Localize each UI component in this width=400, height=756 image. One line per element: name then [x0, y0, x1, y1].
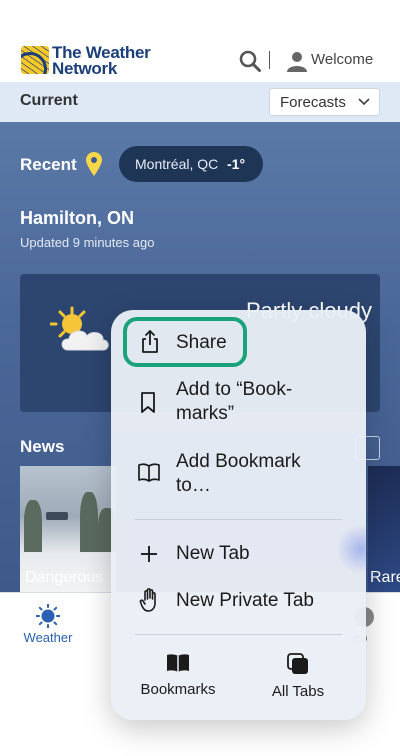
- menu-item-new-tab[interactable]: New Tab: [111, 539, 366, 569]
- menu-item-add-bookmark-to-label-1: Add Bookmark: [176, 451, 301, 472]
- news-title: News: [20, 437, 65, 456]
- share-highlight-ring: [123, 317, 247, 367]
- context-menu: Share Add to “Book- marks” Add Bookmark …: [111, 310, 366, 720]
- menu-item-add-to-bookmarks-label-2: marks”: [176, 403, 235, 424]
- weather-network-logo-icon[interactable]: [21, 46, 49, 74]
- menu-item-add-to-bookmarks[interactable]: Add to “Book- marks”: [111, 376, 366, 428]
- book-icon: [138, 463, 160, 482]
- bookmark-icon: [141, 392, 155, 413]
- location-pin-icon: [86, 152, 102, 176]
- menu-item-new-private-tab-label: New Private Tab: [176, 590, 314, 611]
- menu-tab-bookmarks-label: Bookmarks: [140, 681, 216, 698]
- recent-location-pill[interactable]: Montréal, QC -1°: [119, 146, 263, 182]
- menu-tab-all-tabs[interactable]: All Tabs: [243, 648, 353, 700]
- menu-item-add-bookmark-to-label-2: to…: [176, 475, 211, 496]
- recent-location-temp: -1°: [227, 156, 246, 172]
- recent-label: Recent: [20, 155, 77, 174]
- partly-cloudy-icon: [50, 306, 109, 351]
- menu-tab-bookmarks[interactable]: Bookmarks: [123, 648, 233, 698]
- menu-tab-all-tabs-label: All Tabs: [271, 683, 325, 700]
- nav-weather[interactable]: Weather: [20, 604, 76, 645]
- tabs-icon: [287, 653, 308, 674]
- forecasts-label: Forecasts: [280, 94, 346, 111]
- book-icon: [167, 654, 189, 672]
- updated-time: Updated 9 minutes ago: [20, 235, 155, 250]
- current-title: Current: [20, 92, 78, 109]
- welcome-link[interactable]: Welcome: [311, 51, 373, 68]
- app-header: The Weather Network Welcome: [0, 0, 400, 82]
- menu-item-new-tab-label: New Tab: [176, 543, 250, 564]
- menu-divider: [135, 634, 342, 635]
- hand-icon: [139, 588, 156, 612]
- search-icon[interactable]: [239, 50, 261, 72]
- chevron-down-icon: [358, 98, 370, 106]
- menu-item-add-to-bookmarks-label-1: Add to “Book-: [176, 379, 293, 400]
- logo-text[interactable]: The Weather Network: [52, 44, 151, 77]
- menu-item-new-private-tab[interactable]: New Private Tab: [111, 586, 366, 616]
- news-caption-1[interactable]: Dangerous: [25, 569, 103, 587]
- city-name: Hamilton, ON: [20, 208, 135, 228]
- plus-icon: [141, 546, 157, 562]
- menu-divider: [135, 519, 342, 520]
- menu-item-add-bookmark-to[interactable]: Add Bookmark to…: [111, 448, 366, 500]
- news-caption-2[interactable]: Rare: [370, 569, 400, 587]
- sun-icon: [36, 604, 60, 628]
- forecasts-dropdown[interactable]: Forecasts: [269, 88, 380, 116]
- user-icon[interactable]: [286, 50, 308, 72]
- recent-location-name: Montréal, QC: [135, 156, 219, 172]
- header-divider: [269, 51, 270, 69]
- nav-weather-label: Weather: [23, 630, 73, 645]
